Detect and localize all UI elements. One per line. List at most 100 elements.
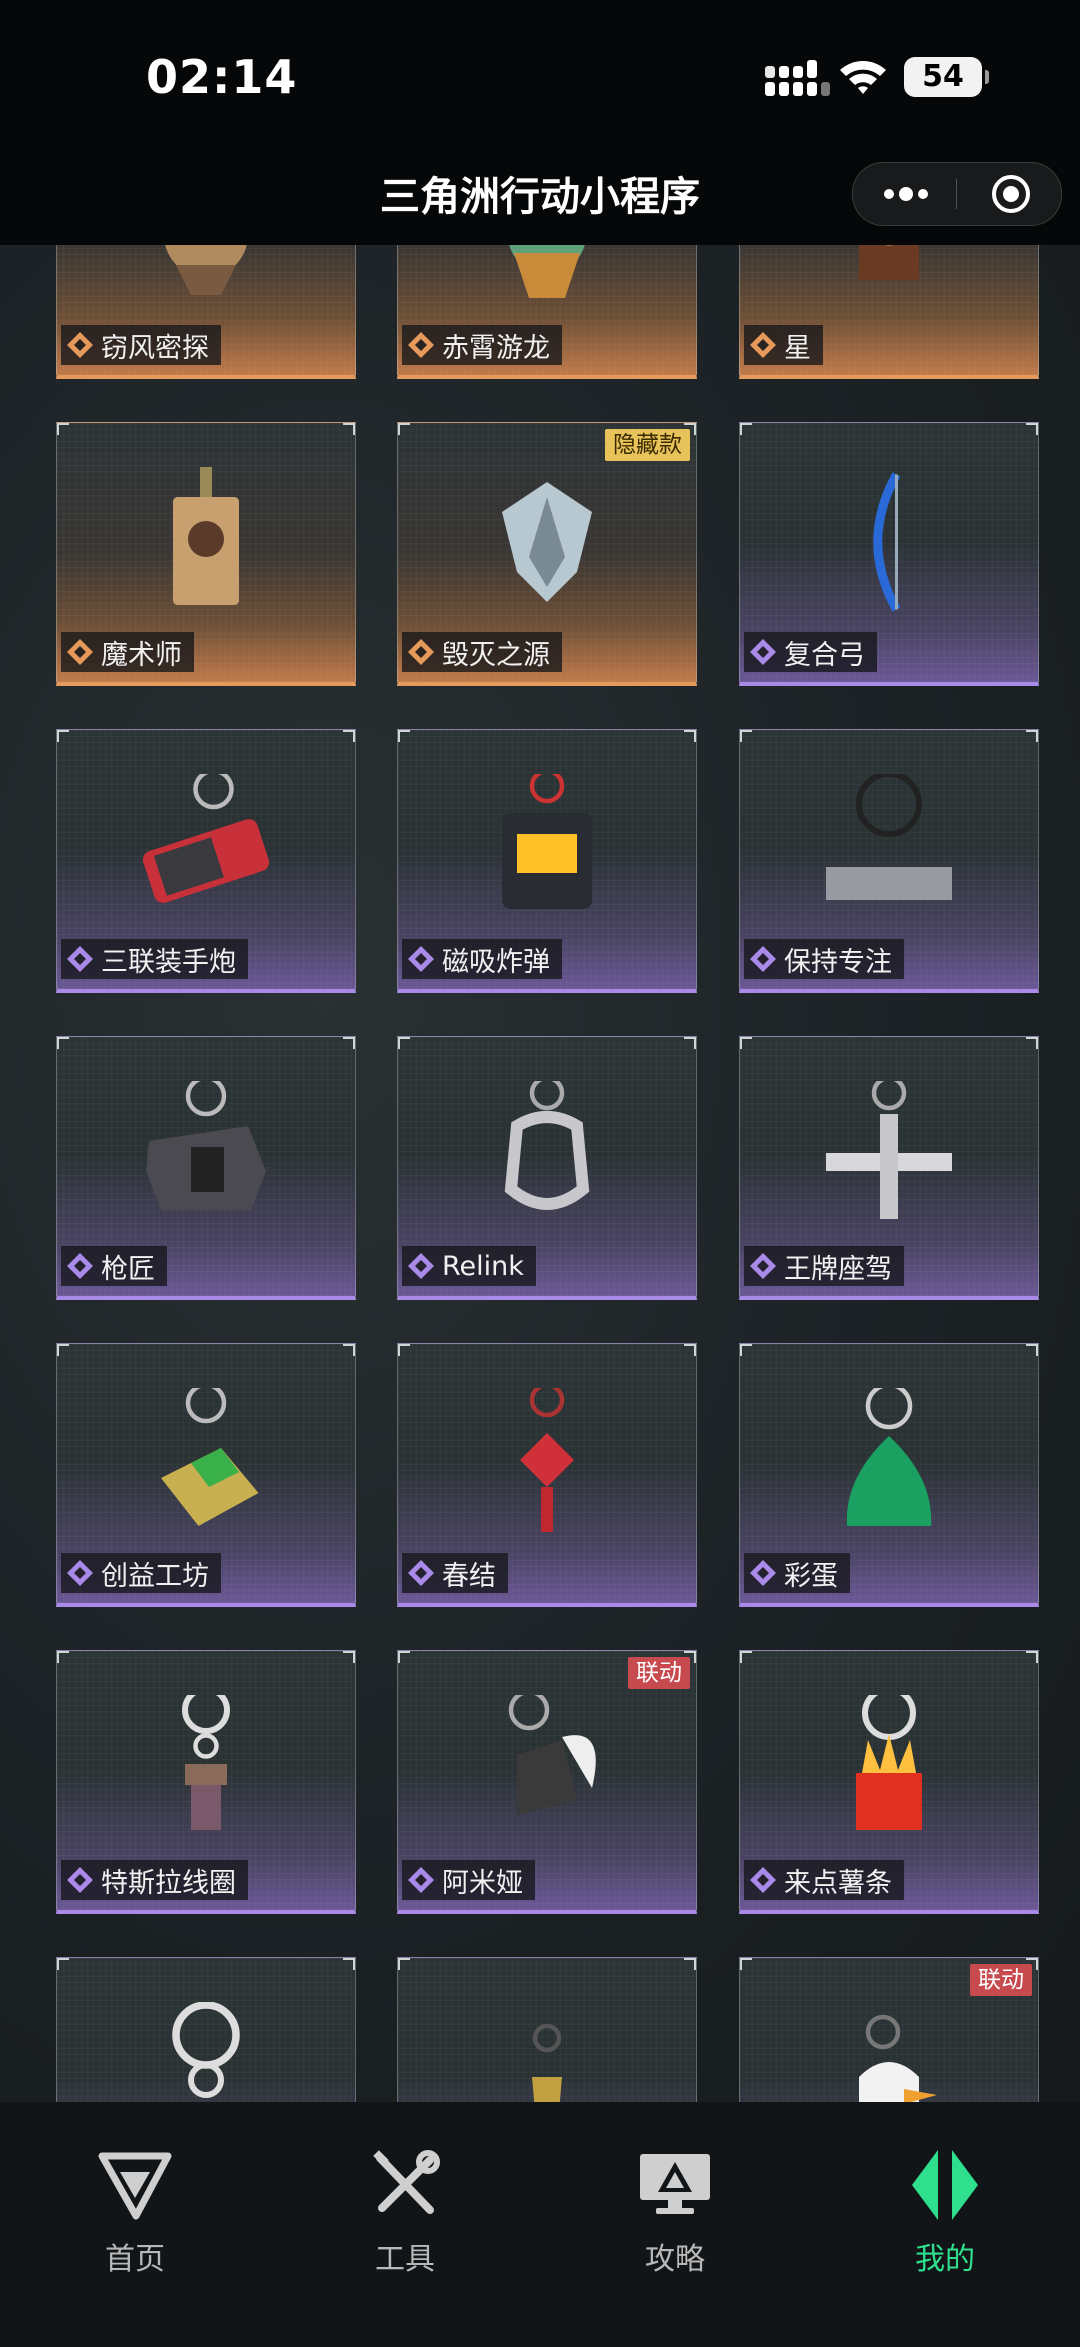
rarity-diamond-icon [67, 1867, 93, 1893]
item-label: 魔术师 [61, 632, 194, 672]
card-corner [57, 1344, 69, 1356]
item-label: 创益工坊 [61, 1553, 221, 1593]
item-name: 特斯拉线圈 [101, 1867, 236, 1899]
item-label: 窃风密探 [61, 325, 221, 365]
collection-item-card[interactable]: 三联装手炮 [56, 729, 356, 993]
item-label: 三联装手炮 [61, 939, 248, 979]
collection-item-card[interactable]: Relink [397, 1036, 697, 1300]
item-label: 彩蛋 [744, 1553, 850, 1593]
collection-item-card[interactable]: 特斯拉线圈 [56, 1650, 356, 1914]
keychain-item-image [520, 1388, 574, 1533]
item-label: 复合弓 [744, 632, 877, 672]
status-bar: 02:14 54 [0, 0, 1080, 150]
item-label: 王牌座驾 [744, 1246, 904, 1286]
item-name: 来点薯条 [784, 1867, 892, 1899]
close-miniprogram-icon[interactable] [991, 174, 1031, 214]
card-corner [398, 1037, 410, 1049]
more-icon[interactable] [881, 181, 931, 207]
rarity-diamond-icon [67, 1560, 93, 1586]
item-name: 星 [784, 332, 811, 364]
item-name: Relink [442, 1250, 524, 1282]
tab-tools[interactable]: 工具 [325, 2150, 485, 2278]
rarity-diamond-icon [750, 639, 776, 665]
rarity-diamond-icon [67, 639, 93, 665]
collection-item-card[interactable]: 春结 [397, 1343, 697, 1607]
miniprogram-capsule [852, 162, 1062, 226]
tools-icon [373, 2150, 440, 2214]
keychain-item-image [146, 1081, 266, 1211]
collection-item-card[interactable]: 联动 阿米娅 [397, 1650, 697, 1914]
collection-item-card[interactable]: 磁吸炸弹 [397, 729, 697, 993]
collection-item-card[interactable]: 联动 [739, 1957, 1039, 2102]
collection-item-card[interactable] [397, 1957, 697, 2102]
rarity-diamond-icon [750, 1867, 776, 1893]
keychain-item-image [182, 1695, 230, 1831]
collection-item-card[interactable]: 王牌座驾 [739, 1036, 1039, 1300]
card-corner [398, 1958, 410, 1970]
keychain-item-image [859, 2014, 937, 2102]
keychain-item-image [508, 1695, 596, 1816]
rarity-diamond-icon [750, 332, 776, 358]
rarity-diamond-icon [408, 639, 434, 665]
collection-item-card[interactable]: 创益工坊 [56, 1343, 356, 1607]
keychain-item-image [502, 774, 592, 910]
profile-icon [912, 2150, 978, 2220]
item-name: 毁灭之源 [442, 639, 550, 671]
card-corner [57, 1037, 69, 1049]
collection-content[interactable]: 窃风密探 赤霄游龙星魔术师 隐藏款 毁灭之源 复合弓 三联装手炮 磁吸炸弹 保持专注 枪匠 Rel… [0, 245, 1080, 2102]
item-name: 枪匠 [101, 1253, 155, 1285]
card-corner [343, 1344, 355, 1356]
item-name: 王牌座驾 [784, 1253, 892, 1285]
tab-guide[interactable]: 攻略 [595, 2150, 755, 2278]
item-badge: 隐藏款 [605, 429, 690, 461]
tab-profile[interactable]: 我的 [865, 2150, 1025, 2278]
keychain-item-image [826, 774, 952, 901]
item-badge: 联动 [628, 1657, 690, 1689]
collection-item-card[interactable]: 魔术师 [56, 422, 356, 686]
item-label: 毁灭之源 [402, 632, 562, 672]
item-name: 三联装手炮 [101, 946, 236, 978]
card-corner [740, 1344, 752, 1356]
card-corner [57, 423, 69, 435]
card-corner [398, 1344, 410, 1356]
item-badge: 联动 [970, 1964, 1032, 1996]
keychain-item-image [142, 774, 270, 904]
keychain-item-image [161, 1388, 259, 1527]
card-corner [343, 423, 355, 435]
item-label: 枪匠 [61, 1246, 167, 1286]
keychain-item-image [172, 2002, 240, 2099]
item-label: 来点薯条 [744, 1860, 904, 1900]
tab-home[interactable]: 首页 [55, 2150, 215, 2278]
collection-item-card[interactable]: 彩蛋 [739, 1343, 1039, 1607]
card-corner [398, 1651, 410, 1663]
rarity-diamond-icon [408, 1867, 434, 1893]
collection-item-card[interactable]: 来点薯条 [739, 1650, 1039, 1914]
keychain-item-image [859, 245, 919, 281]
nav-bar: 三角洲行动小程序 [0, 140, 1080, 245]
card-corner [1026, 1651, 1038, 1663]
collection-item-card[interactable]: 窃风密探 [56, 245, 356, 379]
collection-item-card[interactable]: 枪匠 [56, 1036, 356, 1300]
cellular-signal-icon [765, 60, 830, 96]
keychain-item-image [509, 245, 585, 299]
item-label: 保持专注 [744, 939, 904, 979]
collection-item-card[interactable]: 复合弓 [739, 422, 1039, 686]
rarity-diamond-icon [408, 1560, 434, 1586]
rarity-diamond-icon [750, 1253, 776, 1279]
rarity-diamond-icon [408, 946, 434, 972]
card-corner [57, 730, 69, 742]
wifi-icon [840, 61, 886, 94]
collection-item-card[interactable]: 保持专注 [739, 729, 1039, 993]
collection-item-card[interactable]: 星 [739, 245, 1039, 379]
card-corner [343, 1037, 355, 1049]
collection-item-card[interactable] [56, 1957, 356, 2102]
card-corner [398, 423, 410, 435]
collection-item-card[interactable]: 隐藏款毁灭之源 [397, 422, 697, 686]
card-corner [740, 1651, 752, 1663]
keychain-item-image [846, 1388, 932, 1527]
keychain-item-image [173, 467, 239, 606]
collection-item-card[interactable]: 赤霄游龙 [397, 245, 697, 379]
tab-label-tools: 工具 [375, 2242, 435, 2277]
rarity-diamond-icon [408, 332, 434, 358]
card-corner [1026, 1037, 1038, 1049]
